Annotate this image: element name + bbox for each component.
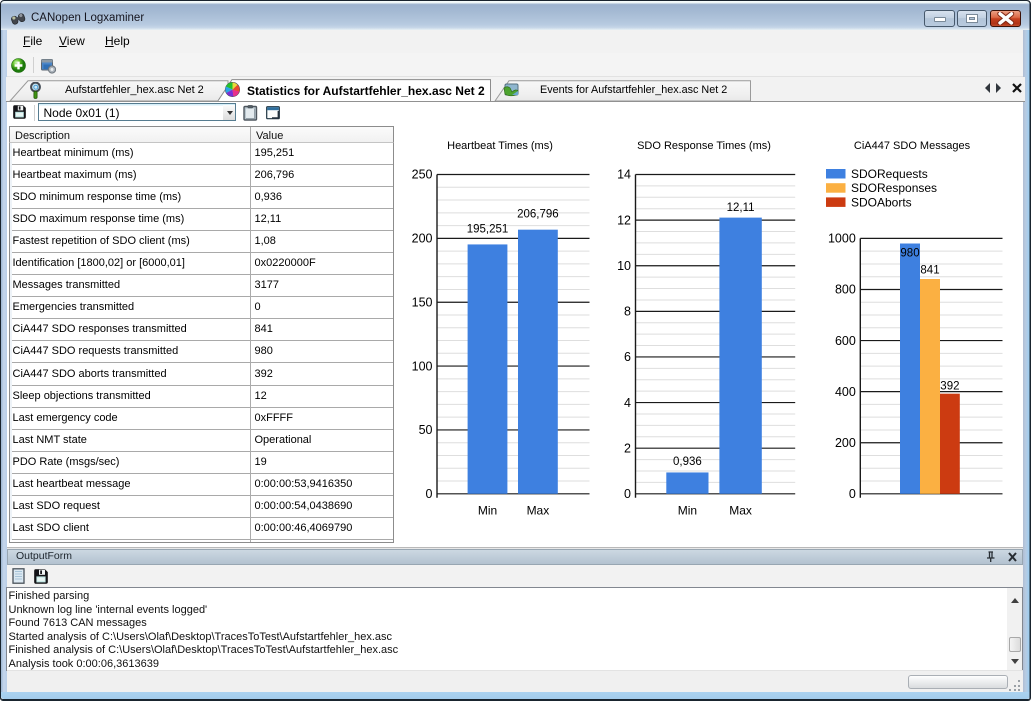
svg-text:1000: 1000 <box>828 232 856 246</box>
svg-text:Min: Min <box>478 504 497 518</box>
svg-text:8: 8 <box>624 305 631 319</box>
svg-text:0,936: 0,936 <box>673 456 702 468</box>
svg-text:12,11: 12,11 <box>727 202 755 214</box>
svg-text:0: 0 <box>849 487 856 501</box>
svg-text:206,796: 206,796 <box>517 209 559 221</box>
svg-text:SDOResponses: SDOResponses <box>851 181 937 195</box>
svg-text:12: 12 <box>617 213 631 227</box>
svg-text:200: 200 <box>412 232 433 246</box>
svg-text:200: 200 <box>835 436 856 450</box>
svg-text:841: 841 <box>920 264 939 276</box>
svg-text:0: 0 <box>426 487 433 501</box>
svg-text:400: 400 <box>835 385 856 399</box>
svg-text:Max: Max <box>729 504 752 518</box>
svg-text:SDO Response Times (ms): SDO Response Times (ms) <box>637 140 771 152</box>
svg-text:980: 980 <box>900 248 919 260</box>
svg-text:10: 10 <box>617 259 631 273</box>
svg-text:2: 2 <box>624 441 631 455</box>
svg-text:150: 150 <box>412 295 433 309</box>
svg-text:Max: Max <box>527 504 550 518</box>
svg-text:SDORequests: SDORequests <box>851 167 928 181</box>
svg-text:195,251: 195,251 <box>467 223 509 235</box>
svg-text:600: 600 <box>835 334 856 348</box>
svg-text:14: 14 <box>617 168 631 182</box>
svg-text:Min: Min <box>678 504 697 518</box>
svg-text:800: 800 <box>835 283 856 297</box>
svg-text:0: 0 <box>624 487 631 501</box>
svg-text:50: 50 <box>419 423 433 437</box>
svg-text:4: 4 <box>624 396 631 410</box>
svg-text:250: 250 <box>412 168 433 182</box>
svg-text:CiA447 SDO Messages: CiA447 SDO Messages <box>854 140 971 152</box>
svg-text:100: 100 <box>412 359 433 373</box>
svg-text:6: 6 <box>624 350 631 364</box>
svg-text:SDOAborts: SDOAborts <box>851 195 912 209</box>
svg-text:392: 392 <box>940 380 959 392</box>
svg-text:Heartbeat Times (ms): Heartbeat Times (ms) <box>447 140 553 152</box>
